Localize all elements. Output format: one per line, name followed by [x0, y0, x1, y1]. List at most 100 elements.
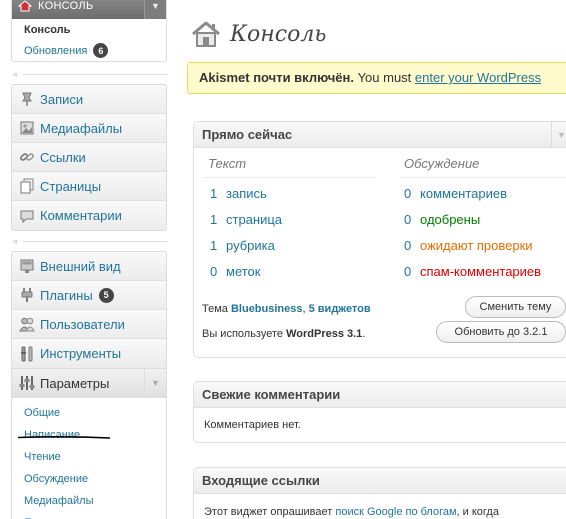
- content-count-row[interactable]: 1 страница: [210, 212, 282, 227]
- theme-prefix: Тема: [202, 303, 231, 315]
- settings-subitem[interactable]: Медиафайлы: [12, 490, 166, 512]
- menu-item-admin-2[interactable]: Пользователи: [12, 310, 166, 339]
- notice-bold-text: Akismet почти включён.: [199, 70, 354, 85]
- settings-subitem[interactable]: Общие: [12, 402, 166, 424]
- menu-separator[interactable]: «: [11, 70, 167, 79]
- content-menu-group: Записи Медиафайлы Ссылки Страницы Комментари…: [11, 84, 167, 231]
- dashboard-menu-label: Консоль: [38, 0, 94, 12]
- collapse-arrow-icon[interactable]: ▼: [144, 0, 166, 19]
- widgets-link[interactable]: 5 виджетов: [309, 303, 371, 315]
- count-label: страница: [226, 212, 283, 227]
- incoming-links-title: Входящие ссылки: [202, 473, 320, 488]
- count-label: одобрены: [420, 212, 481, 227]
- right-now-widget: Прямо сейчас ▼ Текст Обсуждение 1 запись 1…: [193, 121, 566, 358]
- count-number: 1: [210, 212, 218, 227]
- count-label: комментариев: [420, 186, 508, 201]
- menu-item-label: Плагины: [40, 287, 93, 303]
- column-divider: [202, 177, 376, 178]
- content-count-row[interactable]: 0 меток: [210, 264, 260, 279]
- links-icon: [18, 148, 36, 166]
- discussion-count-row[interactable]: 0 ожидают проверки: [404, 238, 533, 253]
- content-count-row[interactable]: 1 запись: [210, 186, 267, 201]
- dashboard-menu-head[interactable]: Консоль ▼: [12, 0, 166, 19]
- discussion-count-row[interactable]: 0 одобрены: [404, 212, 480, 227]
- pages-icon: [18, 177, 36, 195]
- menu-item-admin-3[interactable]: Инструменты: [12, 339, 166, 368]
- menu-item-admin-0[interactable]: Внешний вид: [12, 252, 166, 281]
- discussion-count-row[interactable]: 0 спам-комментариев: [404, 264, 541, 279]
- incoming-links-prefix: Этот виджет опрашивает: [204, 506, 336, 518]
- discussion-count-row[interactable]: 0 комментариев: [404, 186, 507, 201]
- menu-item-label: Медиафайлы: [40, 120, 123, 136]
- menu-item-content-0[interactable]: Записи: [12, 85, 166, 114]
- count-number: 0: [404, 238, 412, 253]
- right-now-header[interactable]: Прямо сейчас ▼: [194, 122, 566, 148]
- version-prefix: Вы используете: [202, 328, 287, 340]
- count-number: 1: [210, 238, 218, 253]
- recent-comments-header[interactable]: Свежие комментарии: [194, 382, 566, 408]
- updates-count-badge: 6: [93, 43, 109, 58]
- version-text: WordPress 3.1: [286, 328, 363, 340]
- tools-icon: [18, 345, 36, 363]
- menu-item-label: Инструменты: [40, 346, 122, 361]
- admin-sidebar: Консоль ▼ Консоль Обновления 6 « Записи М…: [0, 0, 168, 519]
- right-now-title: Прямо сейчас: [202, 127, 293, 142]
- count-label: ожидают проверки: [420, 238, 533, 253]
- notice-text: You must: [353, 70, 415, 85]
- menu-item-label: Ссылки: [40, 149, 86, 165]
- users-icon: [18, 315, 36, 333]
- settings-icon: [18, 374, 36, 392]
- plugins-count-badge: 5: [98, 287, 114, 303]
- submenu-updates[interactable]: Обновления 6: [12, 40, 166, 61]
- menu-item-content-4[interactable]: Комментарии: [12, 201, 166, 230]
- column-divider: [400, 177, 566, 178]
- menu-item-label: Комментарии: [40, 208, 122, 223]
- settings-menu-head[interactable]: Параметры ▼: [12, 369, 166, 398]
- dashboard-icon: [18, 0, 32, 12]
- dashboard-menu: Консоль ▼ Консоль Обновления 6: [11, 0, 167, 62]
- count-label: запись: [226, 186, 267, 201]
- toggle-arrow-icon[interactable]: ▼: [551, 122, 566, 147]
- menu-item-content-3[interactable]: Страницы: [12, 172, 166, 201]
- change-theme-button[interactable]: Сменить тему: [465, 296, 566, 318]
- count-number: 1: [210, 186, 218, 201]
- settings-subitem[interactable]: Чтение: [12, 446, 166, 468]
- collapse-arrow-icon[interactable]: ▼: [144, 369, 166, 397]
- dashboard-home-icon: [190, 20, 222, 48]
- menu-item-label: Страницы: [40, 178, 102, 194]
- settings-subitem[interactable]: Обсуждение: [12, 468, 166, 490]
- plugins-icon: [18, 286, 36, 304]
- submenu-updates-label: Обновления: [24, 44, 88, 57]
- submenu-console[interactable]: Консоль: [12, 19, 166, 40]
- menu-item-label: Внешний вид: [40, 258, 121, 274]
- count-label: рубрика: [226, 238, 275, 253]
- page-title: Консоль: [230, 21, 327, 47]
- update-wordpress-button[interactable]: Обновить до 3.2.1: [436, 321, 566, 343]
- incoming-links-header[interactable]: Входящие ссылки: [194, 468, 566, 494]
- notice-link[interactable]: enter your WordPress: [415, 70, 541, 85]
- main-content: Консоль Akismet почти включён. You must …: [186, 0, 566, 519]
- content-column-head: Текст: [208, 156, 247, 171]
- menu-item-label: Записи: [40, 91, 84, 107]
- annotation-underline: [18, 436, 110, 439]
- theme-name-link[interactable]: Bluebusiness: [231, 303, 303, 315]
- settings-subitem[interactable]: Написание: [12, 424, 166, 446]
- menu-item-admin-1[interactable]: Плагины 5: [12, 281, 166, 310]
- settings-subitem[interactable]: Приватность: [12, 512, 166, 519]
- menu-separator[interactable]: «: [11, 237, 167, 246]
- version-info: Вы используете WordPress 3.1.: [202, 328, 365, 340]
- media-icon: [18, 119, 36, 137]
- count-number: 0: [404, 264, 412, 279]
- menu-item-content-1[interactable]: Медиафайлы: [12, 114, 166, 143]
- incoming-links-suffix: , и когда: [456, 506, 499, 518]
- menu-item-label: Пользователи: [40, 316, 125, 332]
- google-blog-search-link[interactable]: поиск Google по блогам: [335, 506, 456, 518]
- recent-comments-title: Свежие комментарии: [202, 387, 341, 402]
- version-suffix: .: [362, 328, 366, 340]
- incoming-links-text: Этот виджет опрашивает поиск Google по б…: [194, 494, 566, 519]
- akismet-notice: Akismet почти включён. You must enter yo…: [187, 62, 566, 94]
- page-header: Консоль: [190, 20, 326, 48]
- menu-item-content-2[interactable]: Ссылки: [12, 143, 166, 172]
- settings-menu-label: Параметры: [40, 375, 110, 391]
- content-count-row[interactable]: 1 рубрика: [210, 238, 275, 253]
